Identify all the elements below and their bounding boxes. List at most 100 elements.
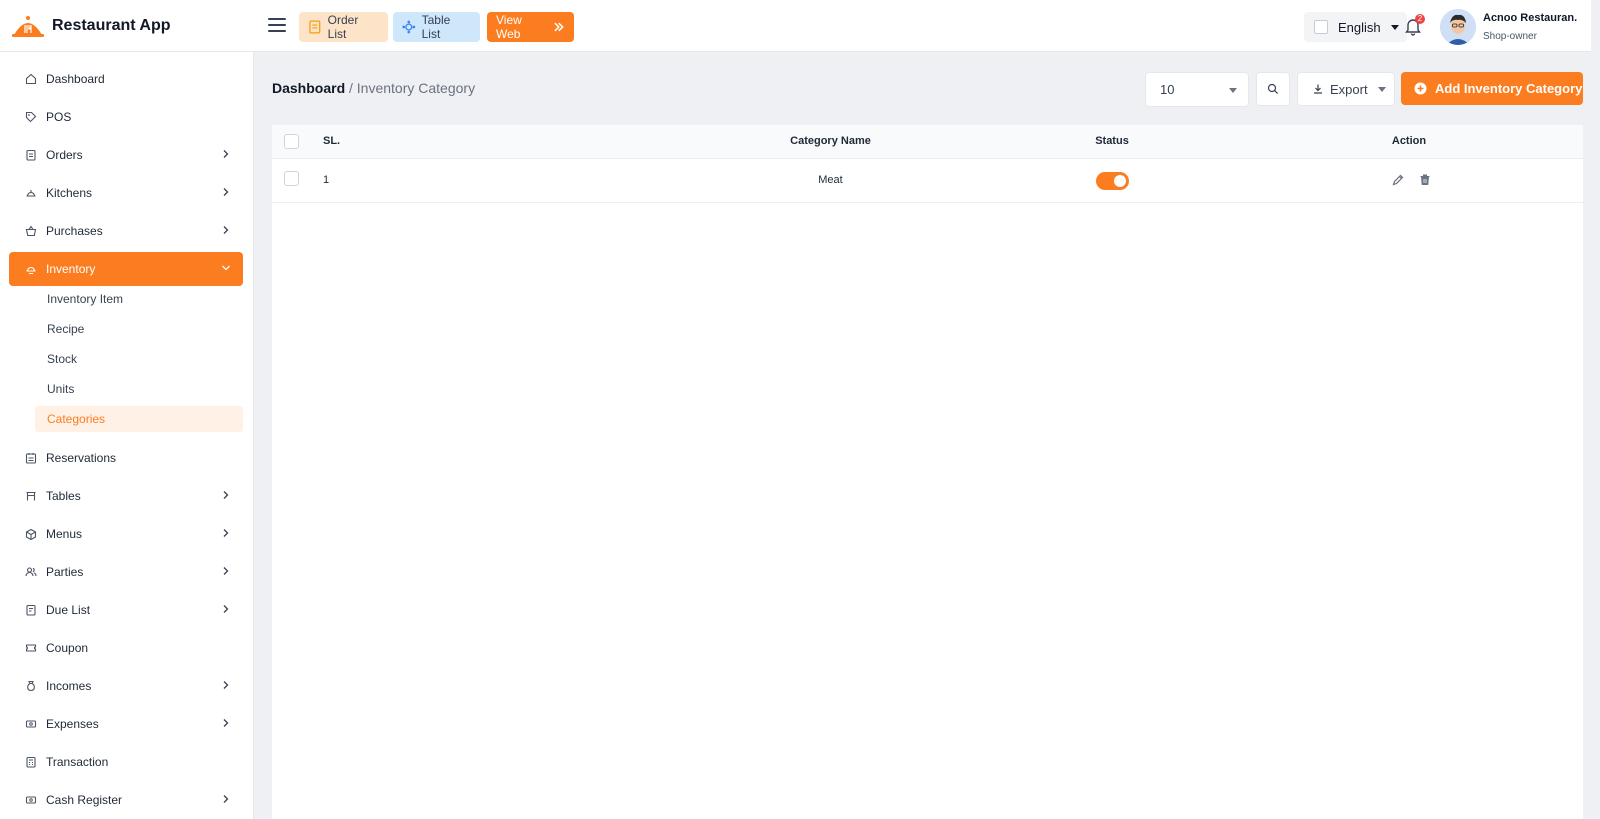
inventory-icon <box>26 266 36 275</box>
table-list-button[interactable]: Table List <box>393 12 480 42</box>
table-header: SL. Category Name Status Action <box>272 125 1583 159</box>
select-all-checkbox[interactable] <box>284 134 299 149</box>
sidebar-subitem-categories[interactable]: Categories <box>35 406 243 432</box>
breadcrumb-separator: / <box>345 80 357 96</box>
sidebar-item-transaction[interactable]: Transaction <box>9 745 243 779</box>
breadcrumb-home[interactable]: Dashboard <box>272 80 345 96</box>
sidebar-item-kitchens[interactable]: Kitchens <box>9 176 243 210</box>
kitchen-icon <box>26 190 36 197</box>
row-category-name: Meat <box>818 174 843 186</box>
page-size-select[interactable]: 10 <box>1145 72 1249 107</box>
calculator-icon <box>26 756 36 768</box>
sidebar-item-reservations[interactable]: Reservations <box>9 441 243 475</box>
restaurant-logo-icon <box>12 16 44 37</box>
sidebar-item-incomes[interactable]: Incomes <box>9 669 243 703</box>
sidebar-item-parties[interactable]: Parties <box>9 555 243 589</box>
sidebar-subitem-inventory-item[interactable]: Inventory Item <box>35 286 243 312</box>
money-bag-icon <box>27 680 35 692</box>
user-name: Acnoo Restauran. <box>1483 12 1578 24</box>
cash-register-icon <box>25 796 37 804</box>
chevron-right-icon <box>223 188 229 196</box>
sidebar-item-orders[interactable]: Orders <box>9 138 243 172</box>
sidebar-item-coupon[interactable]: Coupon <box>9 631 243 665</box>
table-icon <box>26 491 36 501</box>
chevron-right-icon <box>223 529 229 537</box>
user-role: Shop-owner <box>1483 31 1537 42</box>
sidebar-item-due-list[interactable]: Due List <box>9 593 243 627</box>
sidebar-item-pos[interactable]: POS <box>9 100 243 134</box>
caret-down-icon <box>1377 86 1386 92</box>
export-button[interactable]: Export <box>1297 72 1395 106</box>
category-table: SL. Category Name Status Action 1 Meat <box>272 125 1583 819</box>
sidebar-subitem-stock[interactable]: Stock <box>35 346 243 372</box>
search-icon <box>1267 83 1279 95</box>
caret-down-icon <box>1229 88 1237 93</box>
chevron-right-icon <box>223 681 229 689</box>
sidebar-item-label: Incomes <box>46 679 92 693</box>
sidebar-item-label: Menus <box>46 527 83 541</box>
trash-icon[interactable] <box>1418 173 1432 187</box>
sidebar-subitem-units[interactable]: Units <box>35 376 243 402</box>
sidebar-item-purchases[interactable]: Purchases <box>9 214 243 248</box>
edit-icon[interactable] <box>1391 173 1405 187</box>
home-icon <box>25 73 37 85</box>
search-button[interactable] <box>1256 72 1290 106</box>
calendar-icon <box>25 453 37 464</box>
chevron-right-icon <box>223 226 229 234</box>
tag-icon <box>25 111 37 123</box>
ticket-icon <box>25 644 37 652</box>
sidebar-subitem-label: Stock <box>47 352 78 366</box>
sidebar-item-tables[interactable]: Tables <box>9 479 243 513</box>
breadcrumb-current: Inventory Category <box>356 80 476 96</box>
chevron-right-icon <box>223 605 229 613</box>
table-icon <box>402 20 416 34</box>
sidebar-item-label: Parties <box>46 565 84 579</box>
column-header-action: Action <box>1391 135 1427 147</box>
sidebar-subitem-label: Recipe <box>47 322 85 336</box>
box-icon <box>25 528 37 540</box>
language-selector[interactable]: English <box>1304 12 1407 42</box>
sidebar-item-label: Orders <box>46 148 83 162</box>
avatar-image <box>1440 9 1476 45</box>
add-button-label: Add Inventory Category <box>1435 81 1583 96</box>
sidebar-item-label: Reservations <box>46 451 117 465</box>
sidebar-item-expenses[interactable]: Expenses <box>9 707 243 741</box>
add-inventory-category-button[interactable]: Add Inventory Category <box>1401 72 1583 105</box>
column-header-status[interactable]: Status <box>1062 135 1162 147</box>
column-header-sl: SL. <box>323 135 341 147</box>
chevron-right-icon <box>223 795 229 803</box>
sidebar-item-dashboard[interactable]: Dashboard <box>9 62 243 96</box>
table-row: 1 Meat <box>272 159 1583 203</box>
sidebar-item-inventory[interactable]: Inventory <box>9 252 243 286</box>
order-list-button[interactable]: Order List <box>299 12 388 42</box>
brand[interactable]: Restaurant App <box>12 14 171 38</box>
row-checkbox[interactable] <box>284 171 299 186</box>
sidebar-item-label: Tables <box>46 489 81 503</box>
cash-icon <box>25 720 37 728</box>
chevron-down-icon <box>222 265 230 271</box>
flag-icon <box>1314 20 1328 34</box>
sidebar-item-label: POS <box>46 110 72 124</box>
page-size-value: 10 <box>1160 82 1175 97</box>
column-header-category-name[interactable]: Category Name <box>698 135 963 147</box>
view-web-button[interactable]: View Web <box>487 12 574 42</box>
sidebar-item-label: Transaction <box>46 755 109 769</box>
plus-circle-icon <box>1414 82 1427 95</box>
sidebar: Dashboard POS Orders Kitchens Purchases … <box>0 52 254 819</box>
sidebar-item-label: Due List <box>46 603 91 617</box>
sidebar-item-menus[interactable]: Menus <box>9 517 243 551</box>
sidebar-item-label: Inventory <box>46 262 96 276</box>
language-label: English <box>1338 19 1381 35</box>
menu-toggle-icon[interactable] <box>268 16 286 34</box>
sidebar-item-cash-register[interactable]: Cash Register <box>9 783 243 817</box>
sidebar-subitem-label: Units <box>47 382 75 396</box>
sidebar-subitem-recipe[interactable]: Recipe <box>35 316 243 342</box>
sidebar-item-label: Cash Register <box>46 793 123 807</box>
notification-button[interactable]: 2 <box>1403 14 1425 38</box>
scrollbar-track[interactable] <box>1591 0 1600 52</box>
caret-down-icon <box>1390 24 1399 30</box>
status-toggle[interactable] <box>1096 172 1129 190</box>
breadcrumb: Dashboard / Inventory Category <box>272 80 475 96</box>
user-avatar[interactable] <box>1440 9 1476 45</box>
basket-icon <box>25 225 37 237</box>
